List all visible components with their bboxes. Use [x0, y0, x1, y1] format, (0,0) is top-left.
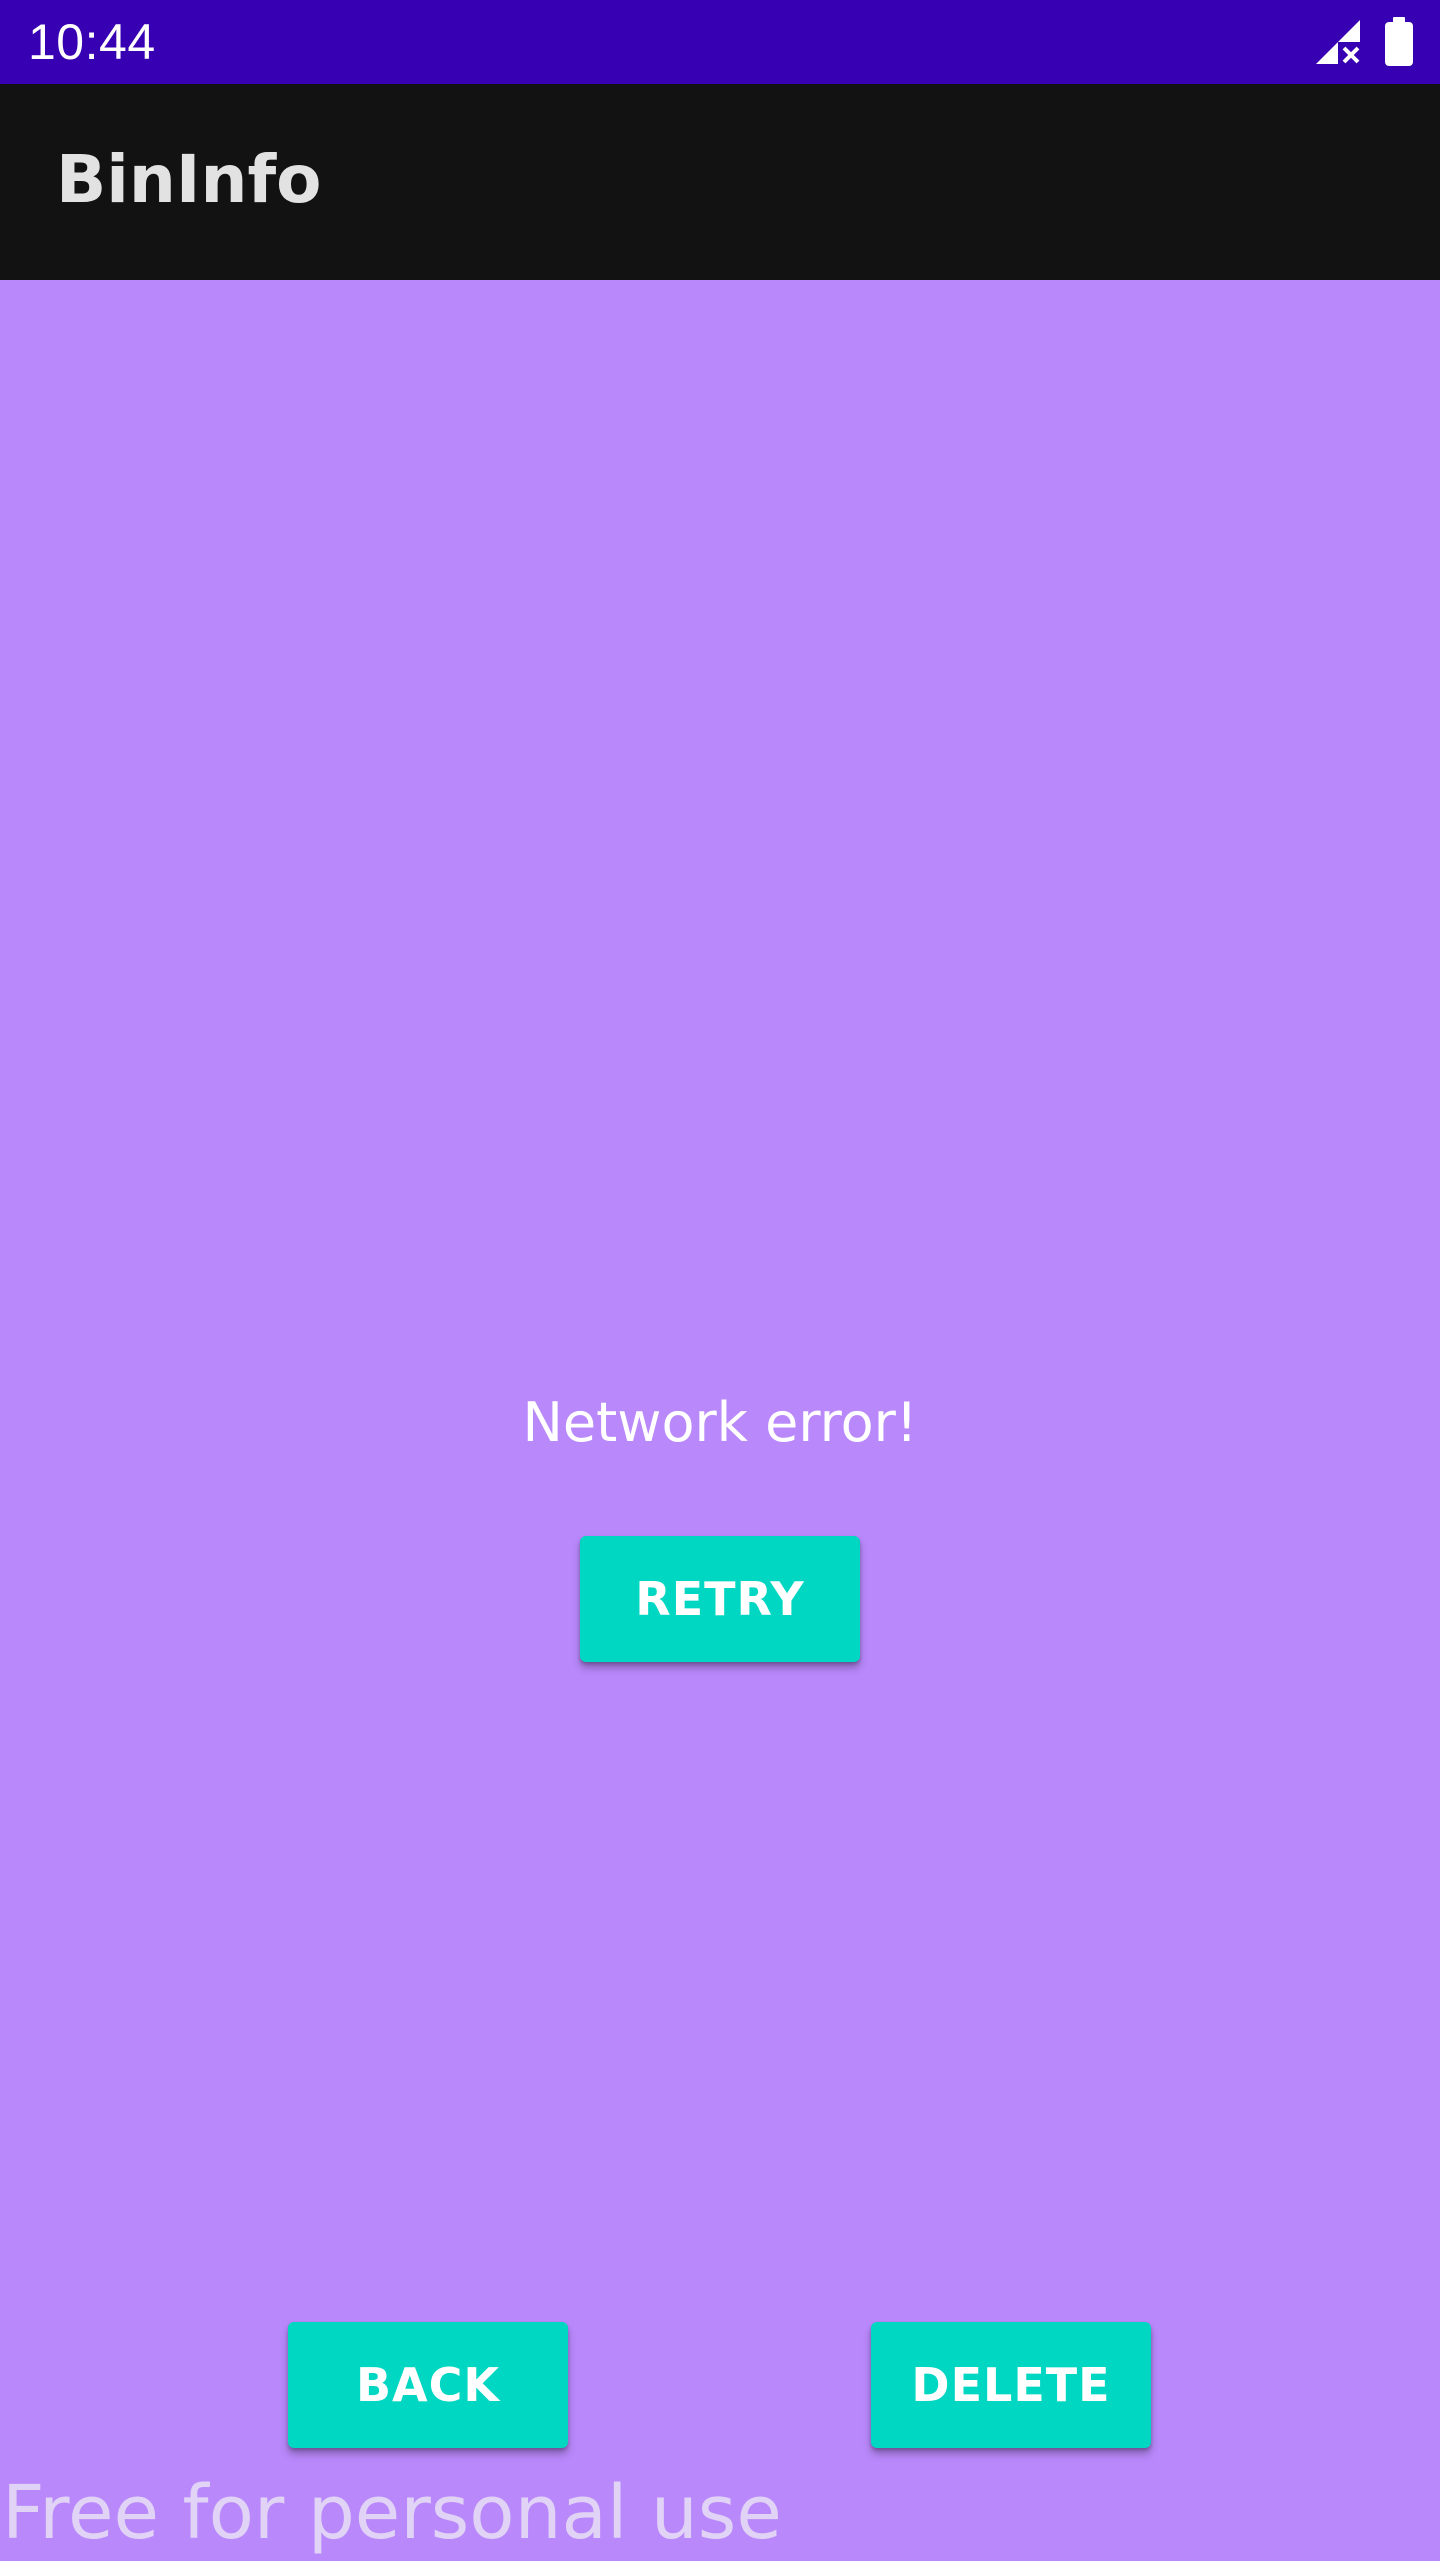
status-bar: 10:44 — [0, 0, 1440, 84]
app-bar: BinInfo — [0, 84, 1440, 280]
watermark-text: Free for personal use — [2, 2470, 782, 2556]
back-button[interactable]: BACK — [288, 2322, 568, 2448]
app-title: BinInfo — [56, 141, 322, 218]
delete-button[interactable]: DELETE — [871, 2322, 1151, 2448]
retry-button[interactable]: RETRY — [580, 1536, 860, 1662]
main-content: Network error! RETRY BACK DELETE — [0, 280, 1440, 2560]
battery-icon — [1384, 17, 1414, 67]
signal-no-service-icon — [1314, 18, 1362, 66]
error-message: Network error! — [522, 1391, 918, 1454]
status-icons — [1314, 16, 1414, 68]
status-time: 10:44 — [28, 14, 156, 70]
